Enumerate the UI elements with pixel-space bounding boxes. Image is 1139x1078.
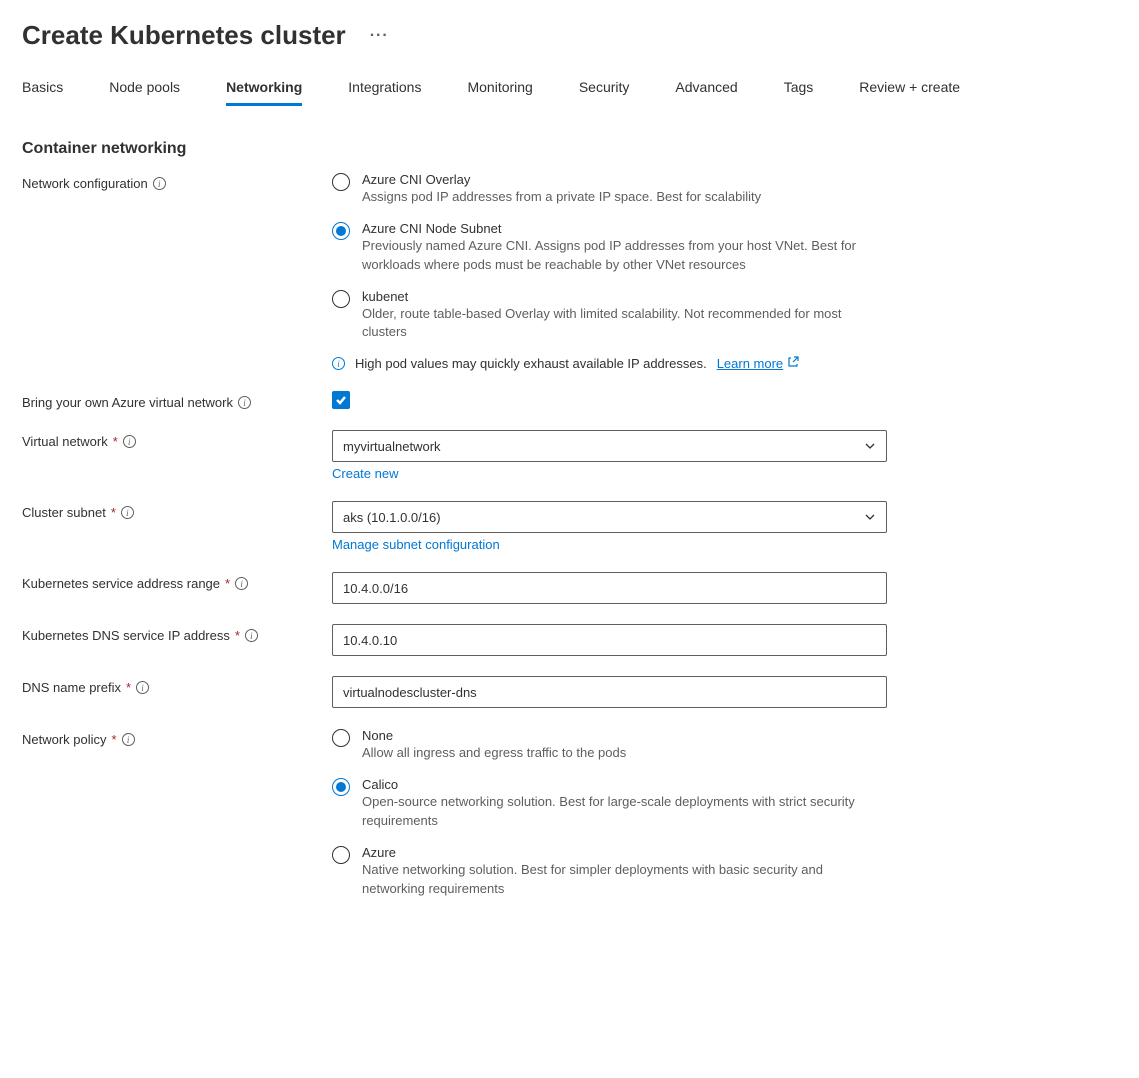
radio-cni-overlay-desc: Assigns pod IP addresses from a private … (362, 188, 761, 207)
info-icon[interactable]: i (122, 733, 135, 746)
info-icon[interactable]: i (245, 629, 258, 642)
required-marker: * (225, 576, 230, 591)
radio-cni-node-subnet-label: Azure CNI Node Subnet (362, 221, 872, 236)
subnet-value: aks (10.1.0.0/16) (343, 510, 441, 525)
radio-kubenet-desc: Older, route table-based Overlay with li… (362, 305, 872, 343)
radio-policy-none-desc: Allow all ingress and egress traffic to … (362, 744, 626, 763)
learn-more-link[interactable]: Learn more (717, 356, 783, 371)
external-link-icon (787, 356, 799, 368)
dns-ip-input[interactable] (332, 624, 887, 656)
network-config-label: Network configuration (22, 176, 148, 191)
page-title: Create Kubernetes cluster ··· (22, 20, 1117, 51)
create-new-vnet-link[interactable]: Create new (332, 466, 398, 481)
required-marker: * (112, 732, 117, 747)
dns-prefix-input[interactable] (332, 676, 887, 708)
radio-policy-none-label: None (362, 728, 626, 743)
required-marker: * (235, 628, 240, 643)
tab-advanced[interactable]: Advanced (675, 79, 737, 106)
tab-review-create[interactable]: Review + create (859, 79, 960, 106)
radio-cni-overlay[interactable] (332, 173, 350, 191)
required-marker: * (111, 505, 116, 520)
radio-policy-calico-label: Calico (362, 777, 872, 792)
subnet-label: Cluster subnet (22, 505, 106, 520)
ip-exhaust-info: High pod values may quickly exhaust avai… (355, 356, 707, 371)
tab-basics[interactable]: Basics (22, 79, 63, 106)
tab-integrations[interactable]: Integrations (348, 79, 421, 106)
manage-subnet-link[interactable]: Manage subnet configuration (332, 537, 500, 552)
dns-prefix-label: DNS name prefix (22, 680, 121, 695)
radio-policy-calico[interactable] (332, 778, 350, 796)
vnet-label: Virtual network (22, 434, 108, 449)
radio-policy-calico-desc: Open-source networking solution. Best fo… (362, 793, 872, 831)
info-icon[interactable]: i (136, 681, 149, 694)
tab-tags[interactable]: Tags (784, 79, 814, 106)
svc-range-input[interactable] (332, 572, 887, 604)
info-icon[interactable]: i (238, 396, 251, 409)
tab-node-pools[interactable]: Node pools (109, 79, 180, 106)
required-marker: * (113, 434, 118, 449)
dns-ip-label: Kubernetes DNS service IP address (22, 628, 230, 643)
more-icon[interactable]: ··· (370, 27, 389, 45)
svc-range-label: Kubernetes service address range (22, 576, 220, 591)
radio-cni-node-subnet[interactable] (332, 222, 350, 240)
byo-vnet-label: Bring your own Azure virtual network (22, 395, 233, 410)
net-policy-label: Network policy (22, 732, 107, 747)
radio-policy-azure[interactable] (332, 846, 350, 864)
tab-monitoring[interactable]: Monitoring (467, 79, 532, 106)
chevron-down-icon (864, 511, 876, 523)
radio-policy-azure-label: Azure (362, 845, 872, 860)
subnet-select[interactable]: aks (10.1.0.0/16) (332, 501, 887, 533)
radio-cni-overlay-label: Azure CNI Overlay (362, 172, 761, 187)
radio-policy-azure-desc: Native networking solution. Best for sim… (362, 861, 872, 899)
radio-kubenet-label: kubenet (362, 289, 872, 304)
chevron-down-icon (864, 440, 876, 452)
info-icon[interactable]: i (153, 177, 166, 190)
byo-vnet-checkbox[interactable] (332, 391, 350, 409)
info-icon[interactable]: i (235, 577, 248, 590)
info-icon[interactable]: i (121, 506, 134, 519)
tab-security[interactable]: Security (579, 79, 630, 106)
section-title: Container networking (22, 140, 1117, 158)
radio-policy-none[interactable] (332, 729, 350, 747)
vnet-value: myvirtualnetwork (343, 439, 441, 454)
info-icon: i (332, 357, 345, 370)
info-icon[interactable]: i (123, 435, 136, 448)
tabs: Basics Node pools Networking Integration… (22, 79, 1117, 106)
radio-kubenet[interactable] (332, 290, 350, 308)
tab-networking[interactable]: Networking (226, 79, 302, 106)
page-title-text: Create Kubernetes cluster (22, 20, 346, 51)
vnet-select[interactable]: myvirtualnetwork (332, 430, 887, 462)
required-marker: * (126, 680, 131, 695)
radio-cni-node-subnet-desc: Previously named Azure CNI. Assigns pod … (362, 237, 872, 275)
